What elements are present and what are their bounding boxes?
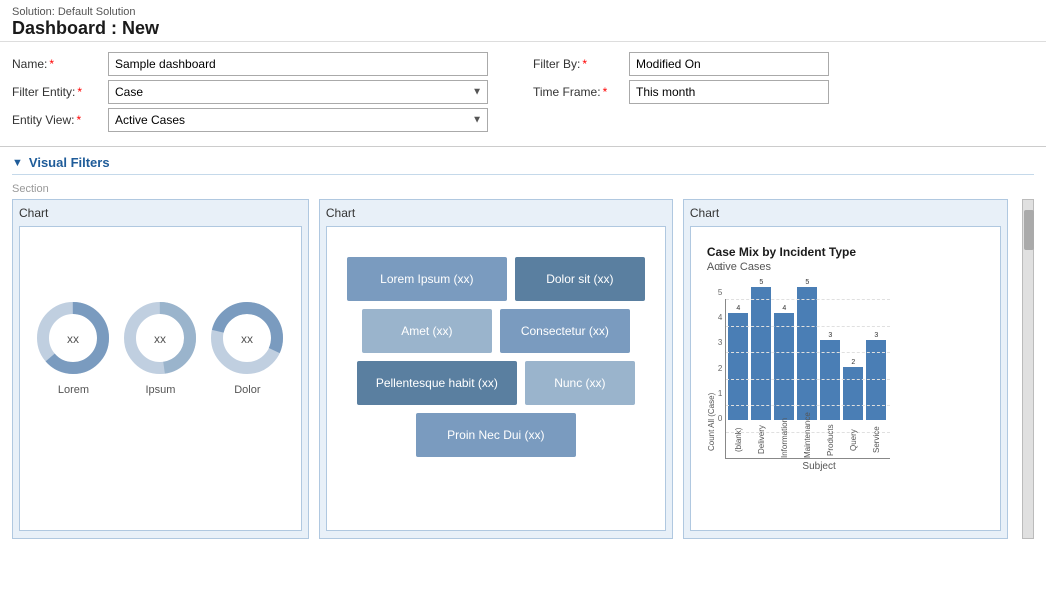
bar-3 <box>797 287 817 420</box>
bar-chart-area: Case Mix by Incident Type Active Cases C… <box>701 237 990 472</box>
section-header: ▼ Visual Filters <box>12 155 1034 175</box>
chart-card-1: Chart xx Lorem <box>12 199 309 539</box>
treemap-cell-5: Nunc (xx) <box>525 361 635 405</box>
bar-5 <box>843 367 863 420</box>
chart2-inner: Lorem Ipsum (xx) Dolor sit (xx) Amet (xx… <box>326 226 666 531</box>
chart2-title: Chart <box>326 206 666 220</box>
bar-2 <box>774 313 794 420</box>
name-input[interactable] <box>108 52 488 76</box>
bar-chart-subtitle: Active Cases <box>707 261 984 273</box>
charts-row: Chart xx Lorem <box>12 199 1034 539</box>
chart3-inner: Case Mix by Incident Type Active Cases C… <box>690 226 1001 531</box>
donut-item-0: xx Lorem <box>33 298 113 396</box>
bar-group-4: 3 Products <box>820 332 840 458</box>
bar-group-5: 2 Query <box>843 359 863 458</box>
chart-card-3: Chart Case Mix by Incident Type Active C… <box>683 199 1008 539</box>
donut-item-1: xx Ipsum <box>120 298 200 396</box>
entity-view-select[interactable]: Active Cases <box>108 108 488 132</box>
solution-label: Solution: Default Solution <box>12 6 1034 18</box>
treemap-cell-1: Dolor sit (xx) <box>515 257 645 301</box>
dashboard-title: Dashboard : New <box>12 18 1034 39</box>
treemap-cell-2: Amet (xx) <box>362 309 492 353</box>
name-label: Name:* <box>12 57 102 71</box>
chart1-title: Chart <box>19 206 302 220</box>
section-title: Visual Filters <box>29 155 110 170</box>
filter-entity-label: Filter Entity:* <box>12 85 102 99</box>
bar-group-3: 5 Maintenance <box>797 279 817 458</box>
bar-0 <box>728 313 748 420</box>
chart3-title: Chart <box>690 206 1001 220</box>
time-frame-input[interactable] <box>629 80 829 104</box>
bar-1 <box>751 287 771 420</box>
y-axis-title: Count All (Case) <box>707 372 716 472</box>
filter-entity-select-wrap[interactable]: Case <box>108 80 488 104</box>
chart1-inner: xx Lorem xx Ipsum <box>19 226 302 531</box>
form-area: Name:* Filter Entity:* Case Entity View:… <box>0 42 1046 147</box>
donut-label-0: Lorem <box>58 384 89 396</box>
filter-by-input[interactable] <box>629 52 829 76</box>
donut-label-2: Dolor <box>234 384 260 396</box>
svg-text:xx: xx <box>67 332 79 346</box>
bar-group-2: 4 Information <box>774 305 794 458</box>
time-frame-label: Time Frame:* <box>533 85 623 99</box>
treemap-cell-6: Proin Nec Dui (xx) <box>416 413 576 457</box>
collapse-icon[interactable]: ▼ <box>12 157 23 169</box>
donut-area: xx Lorem xx Ipsum <box>30 237 291 457</box>
visual-filters-section: ▼ Visual Filters Section Chart xx Lorem <box>0 147 1046 547</box>
bar-4 <box>820 340 840 420</box>
treemap-cell-0: Lorem Ipsum (xx) <box>347 257 507 301</box>
filter-entity-select[interactable]: Case <box>108 80 488 104</box>
section-label: Section <box>12 183 1034 195</box>
entity-view-select-wrap[interactable]: Active Cases <box>108 108 488 132</box>
treemap-cell-4: Pellentesque habit (xx) <box>357 361 517 405</box>
bar-group-1: 5 Delivery <box>751 279 771 458</box>
scrollbar[interactable] <box>1022 199 1034 539</box>
bar-group-6: 3 Service <box>866 332 886 458</box>
treemap-area: Lorem Ipsum (xx) Dolor sit (xx) Amet (xx… <box>337 237 655 477</box>
treemap-cell-3: Consectetur (xx) <box>500 309 630 353</box>
donut-item-2: xx Dolor <box>207 298 287 396</box>
svg-text:xx: xx <box>241 332 253 346</box>
bar-chart-title: Case Mix by Incident Type <box>707 245 984 259</box>
entity-view-label: Entity View:* <box>12 113 102 127</box>
bar-6 <box>866 340 886 420</box>
svg-text:xx: xx <box>154 332 166 346</box>
donut-label-1: Ipsum <box>145 384 175 396</box>
scrollbar-thumb <box>1024 210 1034 250</box>
top-bar: Solution: Default Solution Dashboard : N… <box>0 0 1046 42</box>
chart-card-2: Chart Lorem Ipsum (xx) Dolor sit (xx) Am… <box>319 199 673 539</box>
x-axis-title: Subject <box>748 461 890 472</box>
filter-by-label: Filter By:* <box>533 57 623 71</box>
bar-group-0: 4 (blank) <box>728 305 748 458</box>
